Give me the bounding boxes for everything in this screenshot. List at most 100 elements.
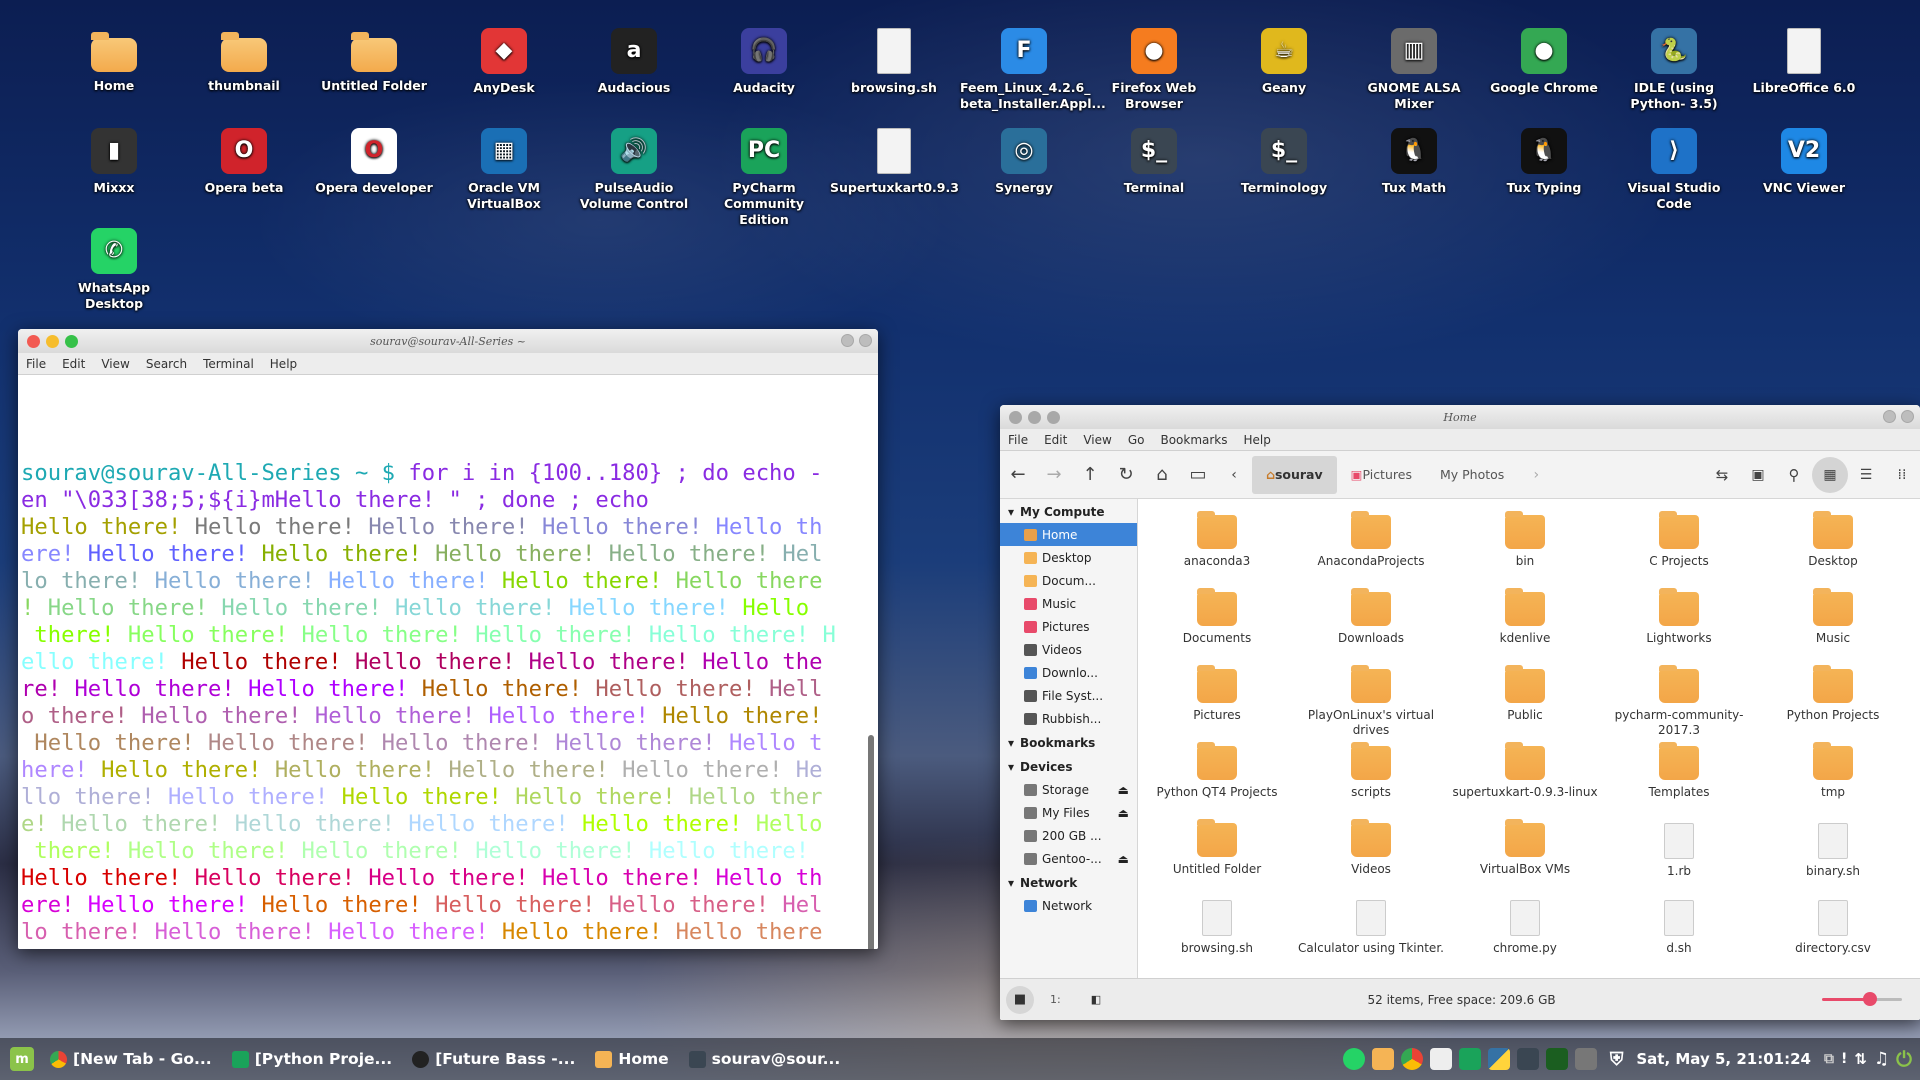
menu-help[interactable]: Help — [1236, 433, 1279, 447]
mint-menu-icon[interactable]: m — [10, 1047, 34, 1071]
zoom-slider[interactable] — [1822, 992, 1902, 1006]
terminal-icon[interactable] — [1516, 1048, 1539, 1070]
minimize-button[interactable] — [46, 334, 59, 348]
desktop-icon[interactable]: browsing.sh — [830, 28, 958, 96]
desktop-icon[interactable]: $_ Terminal — [1090, 128, 1218, 196]
menu-edit[interactable]: Edit — [54, 357, 93, 371]
folder-item[interactable]: C Projects — [1602, 509, 1756, 586]
maximize-button[interactable] — [65, 334, 78, 348]
sidebar-item-downlo-[interactable]: Downlo... — [1000, 661, 1137, 684]
home-icon[interactable]: ⌂ — [1144, 457, 1180, 493]
folder-item[interactable]: Templates — [1602, 740, 1756, 817]
file-item[interactable]: chrome.py — [1448, 894, 1602, 971]
sidebar-item-docum-[interactable]: Docum... — [1000, 569, 1137, 592]
menu-terminal[interactable]: Terminal — [195, 357, 262, 371]
breadcrumb-pictures[interactable]: ▣ Pictures — [1337, 456, 1426, 494]
eject-icon[interactable]: ⏏ — [1118, 852, 1129, 866]
folder-item[interactable]: Downloads — [1294, 586, 1448, 663]
sidebar-item-200-gb-[interactable]: 200 GB ... — [1000, 824, 1137, 847]
zoom-slider-handle[interactable] — [1863, 992, 1877, 1006]
folder-item[interactable]: Desktop — [1756, 509, 1910, 586]
folder-item[interactable]: Videos — [1294, 817, 1448, 894]
search-icon[interactable]: ⚲ — [1776, 457, 1812, 493]
chrome-icon[interactable] — [1400, 1048, 1423, 1070]
folder-item[interactable]: Python Projects — [1756, 663, 1910, 740]
desktop-icon[interactable]: Untitled Folder — [310, 28, 438, 94]
sidebar-item-rubbish-[interactable]: Rubbish... — [1000, 707, 1137, 730]
sidebar-item-my-files[interactable]: My Files ⏏ — [1000, 801, 1137, 824]
eject-icon[interactable]: ⏏ — [1118, 806, 1129, 820]
notifications-icon[interactable]: ! — [1841, 1051, 1847, 1067]
up-icon[interactable]: ↑ — [1072, 457, 1108, 493]
sidebar-header[interactable]: ▾ Devices — [1000, 754, 1137, 778]
folder-item[interactable]: Music — [1756, 586, 1910, 663]
desktop-icon[interactable]: ▥ GNOME ALSA Mixer — [1350, 28, 1478, 112]
desktop-icon[interactable]: $_ Terminology — [1220, 128, 1348, 196]
menu-view[interactable]: View — [93, 357, 137, 371]
toggle-panel-icon[interactable]: ◧ — [1091, 993, 1101, 1006]
shield-icon[interactable]: ⛨ — [1610, 1049, 1624, 1070]
power-icon[interactable]: ⏻ — [1896, 1047, 1912, 1071]
close-button[interactable] — [27, 334, 40, 348]
desktop-icon[interactable]: ☕ Geany — [1220, 28, 1348, 96]
menu-search[interactable]: Search — [138, 357, 195, 371]
chevron-left-icon[interactable]: ‹ — [1216, 457, 1252, 493]
chevron-right-icon[interactable]: › — [1518, 457, 1554, 493]
desktop-icon[interactable]: O Opera developer — [310, 128, 438, 196]
desktop-icon[interactable]: V2 VNC Viewer — [1740, 128, 1868, 196]
window-button[interactable] — [841, 334, 854, 347]
folder-item[interactable]: VirtualBox VMs — [1448, 817, 1602, 894]
taskbar-task[interactable]: Home — [585, 1038, 678, 1080]
folder-item[interactable]: bin — [1448, 509, 1602, 586]
desktop-icon[interactable]: thumbnail — [180, 28, 308, 94]
desktop-icon[interactable]: ▦ Oracle VM VirtualBox — [440, 128, 568, 212]
music-icon[interactable]: ♫ — [1874, 1049, 1889, 1069]
taskbar-task[interactable]: [New Tab - Go... — [40, 1038, 222, 1080]
show-sidebar-button[interactable]: ■ — [1006, 985, 1034, 1014]
zoom-indicator[interactable]: 1: — [1050, 993, 1061, 1006]
desktop-icon[interactable]: 🔊 PulseAudio Volume Control — [570, 128, 698, 212]
desktop-icon[interactable]: 🐧 Tux Math — [1350, 128, 1478, 196]
desktop-icon[interactable]: PC PyCharm Community Edition — [700, 128, 828, 228]
text-editor-icon[interactable] — [1429, 1048, 1452, 1070]
menu-help[interactable]: Help — [262, 357, 305, 371]
sidebar-item-music[interactable]: Music — [1000, 592, 1137, 615]
file-item[interactable]: Calculator using Tkinter. — [1294, 894, 1448, 971]
breadcrumb-sourav[interactable]: ⌂ sourav — [1252, 455, 1337, 494]
folder-item[interactable]: pycharm-community-2017.3 — [1602, 663, 1756, 740]
desktop-icon[interactable]: 🎧 Audacity — [700, 28, 828, 96]
back-icon[interactable]: ← — [1000, 457, 1036, 493]
file-item[interactable]: 1.rb — [1602, 817, 1756, 894]
compact-view-icon[interactable]: ⁞⁞ — [1884, 457, 1920, 493]
folder-icon[interactable] — [1371, 1048, 1394, 1070]
sidebar-item-pictures[interactable]: Pictures — [1000, 615, 1137, 638]
sidebar-item-storage[interactable]: Storage ⏏ — [1000, 778, 1137, 801]
desktop-icon[interactable]: ▮ Mixxx — [50, 128, 178, 196]
system-monitor-icon[interactable] — [1545, 1048, 1568, 1070]
menu-edit[interactable]: Edit — [1036, 433, 1075, 447]
file-item[interactable]: d.sh — [1602, 894, 1756, 971]
toggle-location-icon[interactable]: ⇆ — [1704, 457, 1740, 493]
sidebar-header[interactable]: ▾ Network — [1000, 870, 1137, 894]
sidebar-item-videos[interactable]: Videos — [1000, 638, 1137, 661]
window-button[interactable] — [1901, 410, 1914, 423]
reload-icon[interactable]: ↻ — [1108, 457, 1144, 493]
file-manager-titlebar[interactable]: Home — [1000, 405, 1920, 429]
desktop-icon[interactable]: LibreOffice 6.0 — [1740, 28, 1868, 96]
pycharm-icon[interactable] — [1458, 1048, 1481, 1070]
maximize-button[interactable] — [1047, 410, 1060, 424]
network-icon[interactable]: ⇅ — [1854, 1050, 1867, 1068]
icon-view-icon[interactable]: ▦ — [1812, 456, 1848, 493]
folder-item[interactable]: PlayOnLinux's virtual drives — [1294, 663, 1448, 740]
menu-file[interactable]: File — [1000, 433, 1036, 447]
folder-item[interactable]: Lightworks — [1602, 586, 1756, 663]
folder-item[interactable]: AnacondaProjects — [1294, 509, 1448, 586]
sidebar-item-gentoo-[interactable]: Gentoo-... ⏏ — [1000, 847, 1137, 870]
sidebar-item-file-syst-[interactable]: File Syst... — [1000, 684, 1137, 707]
computer-icon[interactable]: ▭ — [1180, 457, 1216, 493]
minimize-button[interactable] — [1028, 410, 1041, 424]
forward-icon[interactable]: → — [1036, 457, 1072, 493]
folder-item[interactable]: Public — [1448, 663, 1602, 740]
terminal-window[interactable]: sourav@sourav-All-Series ~ File Edit View S… — [18, 329, 878, 949]
sidebar-item-home[interactable]: Home — [1000, 523, 1137, 546]
